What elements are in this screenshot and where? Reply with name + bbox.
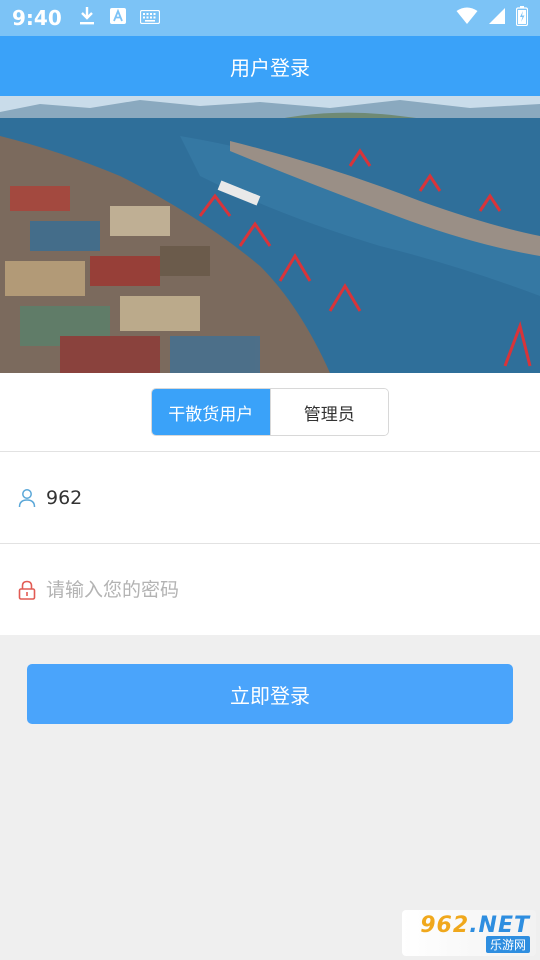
download-icon [78,6,96,30]
watermark-main: 962.NET [420,913,530,938]
tab-label: 管理员 [303,404,355,425]
tab-bulk-cargo-user[interactable]: 干散货用户 [152,389,270,435]
user-icon [18,488,36,508]
status-time: 9:40 [12,6,62,30]
wifi-icon [456,7,478,29]
battery-icon [515,6,529,30]
watermark-sub: 乐游网 [485,936,530,953]
signal-icon [488,7,506,29]
banner-image [0,96,540,373]
tab-admin[interactable]: 管理员 [269,389,388,435]
login-button-label: 立即登录 [230,683,310,708]
tab-label: 干散货用户 [168,404,254,425]
watermark-logo: 962.NET 乐游网 [402,910,536,956]
watermark-number: 962 [420,913,470,938]
password-field [0,544,540,635]
keyboard-icon [139,9,160,28]
text-a-icon [109,8,126,28]
login-screen: 9:40 用户登录 干散货用户 管理员 962 立即登录 962.NET 乐游网 [0,0,540,960]
status-icons-right [456,6,529,30]
status-bar: 9:40 [0,0,540,36]
watermark-suffix: .NET [469,913,530,938]
page-title: 用户登录 [230,55,310,80]
password-input[interactable] [46,578,506,601]
username-input[interactable] [46,486,506,509]
lock-icon [18,580,36,600]
login-button[interactable]: 立即登录 [27,664,513,724]
role-tabs-area: 干散货用户 管理员 [0,373,540,451]
username-field [0,452,540,543]
role-tabs: 干散货用户 管理员 [151,388,389,436]
status-icons-left [78,6,160,30]
app-header: 用户登录 [0,36,540,96]
